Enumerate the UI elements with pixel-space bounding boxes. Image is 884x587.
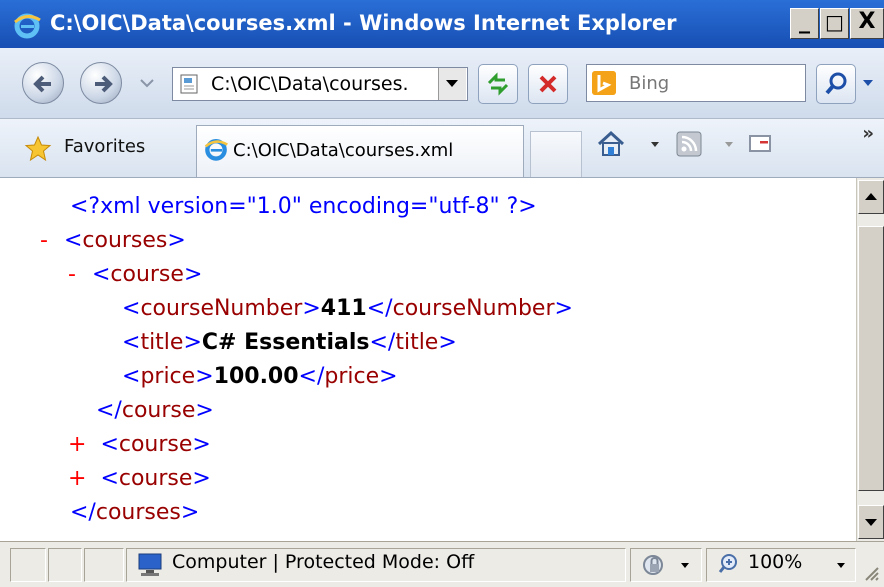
xml-value: 411: [320, 296, 367, 321]
more-commands-chevron-icon[interactable]: »: [862, 123, 874, 144]
scroll-up-arrow-icon: [865, 193, 877, 200]
maximize-button[interactable]: □: [820, 8, 849, 39]
address-text[interactable]: C:\OIC\Data\courses.: [211, 73, 431, 95]
back-button[interactable]: [22, 62, 64, 104]
navigation-bar: C:\OIC\Data\courses. Bing: [0, 48, 884, 119]
refresh-button[interactable]: [478, 64, 518, 104]
xml-line: - <courses>: [40, 228, 186, 253]
scroll-thumb[interactable]: [858, 226, 884, 491]
page-icon: [180, 74, 198, 94]
favorites-bar: Favorites C:\OIC\Data\courses.xml »: [0, 119, 884, 178]
forward-arrow-icon: [95, 75, 113, 93]
collapse-toggle[interactable]: -: [40, 228, 48, 253]
popup-blocker-icon: [643, 555, 663, 575]
favorites-button[interactable]: Favorites: [64, 136, 145, 157]
stop-icon: [539, 75, 557, 93]
zoom-level[interactable]: 100%: [748, 551, 802, 573]
back-arrow-icon: [33, 75, 51, 93]
bing-logo-icon: [592, 71, 616, 95]
refresh-icon: [487, 72, 509, 96]
zoom-dropdown-icon[interactable]: [836, 562, 846, 570]
resize-grip-icon[interactable]: [862, 564, 880, 582]
zoom-icon: [718, 554, 737, 573]
scroll-up-button[interactable]: [858, 180, 884, 214]
document-view: <?xml version="1.0" encoding="utf-8" ?> …: [0, 178, 856, 541]
xml-line: + <course>: [68, 432, 211, 457]
xml-line: <title>C# Essentials</title>: [122, 330, 457, 355]
home-dropdown-icon[interactable]: [650, 141, 660, 149]
search-button[interactable]: [816, 64, 856, 104]
ie-logo-icon: [14, 13, 41, 39]
title-bar: C:\OIC\Data\courses.xml - Windows Intern…: [0, 0, 884, 48]
close-button[interactable]: X: [850, 8, 884, 39]
feeds-icon[interactable]: [676, 131, 702, 157]
scroll-down-button[interactable]: [858, 505, 884, 539]
chevron-down-icon[interactable]: [680, 562, 690, 570]
xml-line: + <course>: [68, 466, 211, 491]
xml-value: C# Essentials: [201, 330, 370, 355]
search-input[interactable]: Bing: [629, 73, 669, 94]
search-box[interactable]: Bing: [586, 64, 806, 102]
chevron-down-icon: [446, 80, 458, 87]
favorites-star-icon[interactable]: [24, 135, 52, 163]
xml-value: 100.00: [213, 364, 299, 389]
browser-tab[interactable]: C:\OIC\Data\courses.xml: [196, 125, 524, 177]
status-pane: [84, 548, 124, 582]
forward-button[interactable]: [80, 62, 122, 104]
xml-line: - <course>: [68, 262, 203, 287]
window-title: C:\OIC\Data\courses.xml - Windows Intern…: [50, 11, 677, 35]
expand-toggle[interactable]: +: [68, 432, 86, 457]
status-bar: Computer | Protected Mode: Off 100%: [0, 541, 884, 587]
xml-line: </courses>: [70, 500, 200, 525]
vertical-scrollbar[interactable]: [856, 178, 884, 541]
xml-line: <courseNumber>411</courseNumber>: [122, 296, 573, 321]
feeds-dropdown-icon[interactable]: [724, 141, 734, 149]
collapse-toggle[interactable]: -: [68, 262, 76, 287]
tab-title: C:\OIC\Data\courses.xml: [233, 140, 454, 161]
status-pane: [10, 548, 46, 582]
new-tab-button[interactable]: [530, 131, 582, 177]
search-options-dropdown-icon[interactable]: [862, 78, 874, 88]
address-bar[interactable]: C:\OIC\Data\courses.: [172, 67, 468, 101]
stop-button[interactable]: [528, 64, 568, 104]
security-zone-label[interactable]: Computer | Protected Mode: Off: [172, 551, 474, 573]
xml-line: </course>: [96, 398, 214, 423]
minimize-button[interactable]: _: [790, 8, 819, 39]
address-dropdown-button[interactable]: [438, 68, 466, 100]
home-icon[interactable]: [596, 129, 626, 159]
magnifier-icon: [825, 72, 847, 95]
read-mail-icon[interactable]: [748, 133, 774, 155]
recent-pages-dropdown-icon[interactable]: [140, 78, 154, 88]
xml-declaration: <?xml version="1.0" encoding="utf-8" ?>: [70, 194, 537, 219]
scroll-down-arrow-icon: [865, 519, 877, 526]
computer-zone-icon: [138, 553, 162, 576]
ie-logo-icon: [204, 139, 228, 161]
status-pane: [48, 548, 82, 582]
xml-line: <price>100.00</price>: [122, 364, 398, 389]
expand-toggle[interactable]: +: [68, 466, 86, 491]
